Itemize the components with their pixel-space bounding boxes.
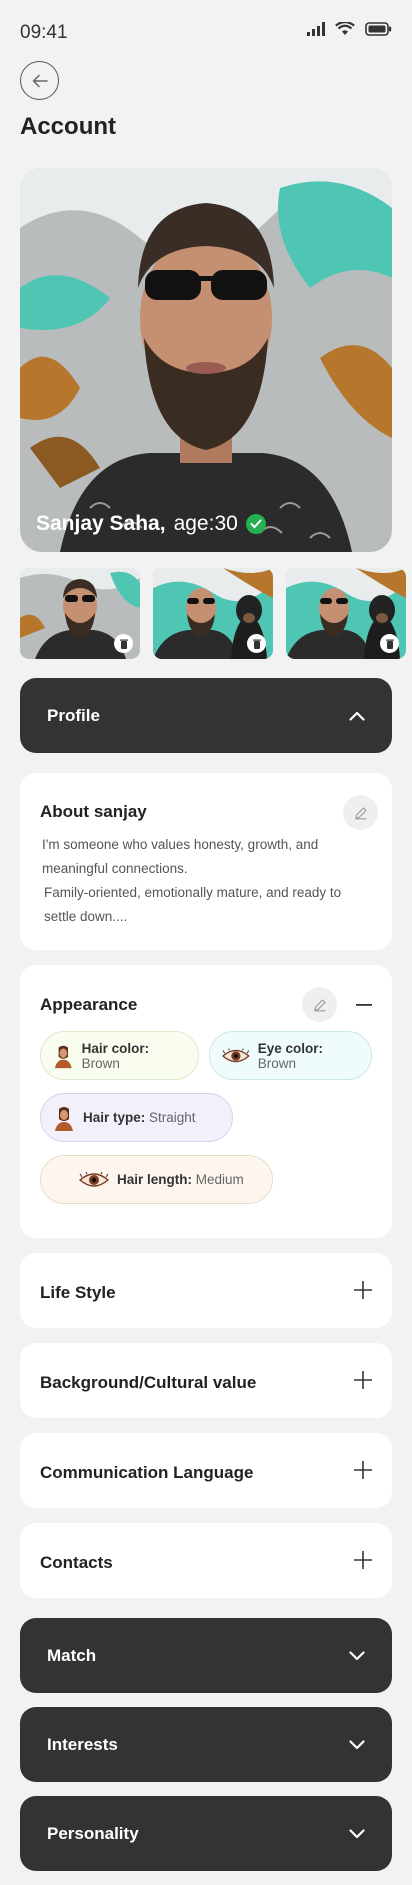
profile-name: Sanjay Saha, [36,512,166,535]
photo-thumbnail[interactable] [153,568,273,659]
chevron-down-icon [349,1650,365,1660]
about-title: About sanjay [40,802,147,821]
plus-icon [354,1461,372,1479]
profile-caption: Sanjay Saha, age:30 [36,512,266,536]
personality-section-header[interactable]: Personality [20,1796,392,1871]
trash-icon [252,639,261,649]
eye-icon [79,1171,109,1187]
page-title: Account [20,113,116,140]
collapse-appearance-button[interactable] [356,1003,372,1007]
photo-thumbnail[interactable] [20,568,140,659]
communication-title: Communication Language [40,1463,254,1482]
personality-section-label: Personality [47,1823,139,1843]
match-section-label: Match [47,1645,97,1665]
status-time: 09:41 [20,22,68,43]
match-section-header[interactable]: Match [20,1618,392,1693]
signal-icon [307,22,325,36]
appearance-chip-hair-length[interactable]: Hair length: Medium [40,1155,273,1204]
chip-key: Eye color: [257,1040,324,1056]
trash-icon [119,639,128,649]
chip-value: Brown [257,1055,297,1071]
communication-section[interactable]: Communication Language [20,1433,392,1508]
edit-about-button[interactable] [343,795,378,830]
chip-key: Hair length: [117,1172,193,1187]
chip-value: Brown [81,1055,120,1071]
chip-value: Medium [192,1172,244,1187]
appearance-title: Appearance [40,995,138,1014]
delete-photo-button[interactable] [380,634,399,653]
plus-icon [354,1371,372,1389]
appearance-chip-hair-type[interactable]: Hair type: Straight [40,1093,233,1142]
appearance-card: Appearance Hair color: Brown Eye color: … [20,965,392,1238]
eye-icon [222,1047,250,1062]
battery-icon [365,22,392,36]
pencil-icon [354,806,367,819]
contacts-title: Contacts [40,1553,113,1572]
chevron-up-icon [349,711,365,721]
delete-photo-button[interactable] [247,634,266,653]
interests-section-header[interactable]: Interests [20,1707,392,1782]
profile-photo[interactable]: Sanjay Saha, age:30 [20,168,392,552]
trash-icon [385,639,394,649]
about-text: I'm someone who values honesty, growth, … [42,833,372,929]
interests-section-label: Interests [47,1734,118,1754]
appearance-chip-hair-color[interactable]: Hair color: Brown [40,1031,199,1080]
back-button[interactable] [20,61,59,100]
plus-icon [354,1281,372,1299]
lifestyle-section[interactable]: Life Style [20,1253,392,1328]
background-section[interactable]: Background/Cultural value [20,1343,392,1418]
chip-key: Hair color: [81,1040,150,1056]
appearance-chip-eye-color[interactable]: Eye color: Brown [209,1031,372,1080]
status-icons [307,22,392,36]
delete-photo-button[interactable] [114,634,133,653]
about-text-line: I'm someone who values honesty, growth, … [42,837,319,876]
plus-icon [354,1551,372,1569]
contacts-section[interactable]: Contacts [20,1523,392,1598]
status-bar: 09:41 [0,0,412,60]
photo-thumbnail[interactable] [286,568,406,659]
chip-key: Hair type: [83,1110,146,1125]
wifi-icon [335,22,355,35]
background-title: Background/Cultural value [40,1373,257,1392]
arrow-left-icon [32,74,48,87]
chip-value: Straight [145,1110,196,1125]
lifestyle-title: Life Style [40,1283,116,1302]
about-card: About sanjay I'm someone who values hone… [20,773,392,950]
pencil-icon [313,998,326,1011]
chevron-down-icon [349,1828,365,1838]
about-text-line: Family-oriented, emotionally mature, and… [44,885,342,924]
photo-thumbnails [20,568,406,659]
chevron-down-icon [349,1739,365,1749]
profile-age: age:30 [173,512,238,535]
hair-icon [55,1106,73,1131]
edit-appearance-button[interactable] [302,987,337,1022]
verified-badge-icon [245,514,266,534]
profile-section-header[interactable]: Profile [20,678,392,753]
profile-photo-image [20,168,392,552]
hair-icon [54,1045,72,1068]
profile-section-label: Profile [47,705,100,725]
